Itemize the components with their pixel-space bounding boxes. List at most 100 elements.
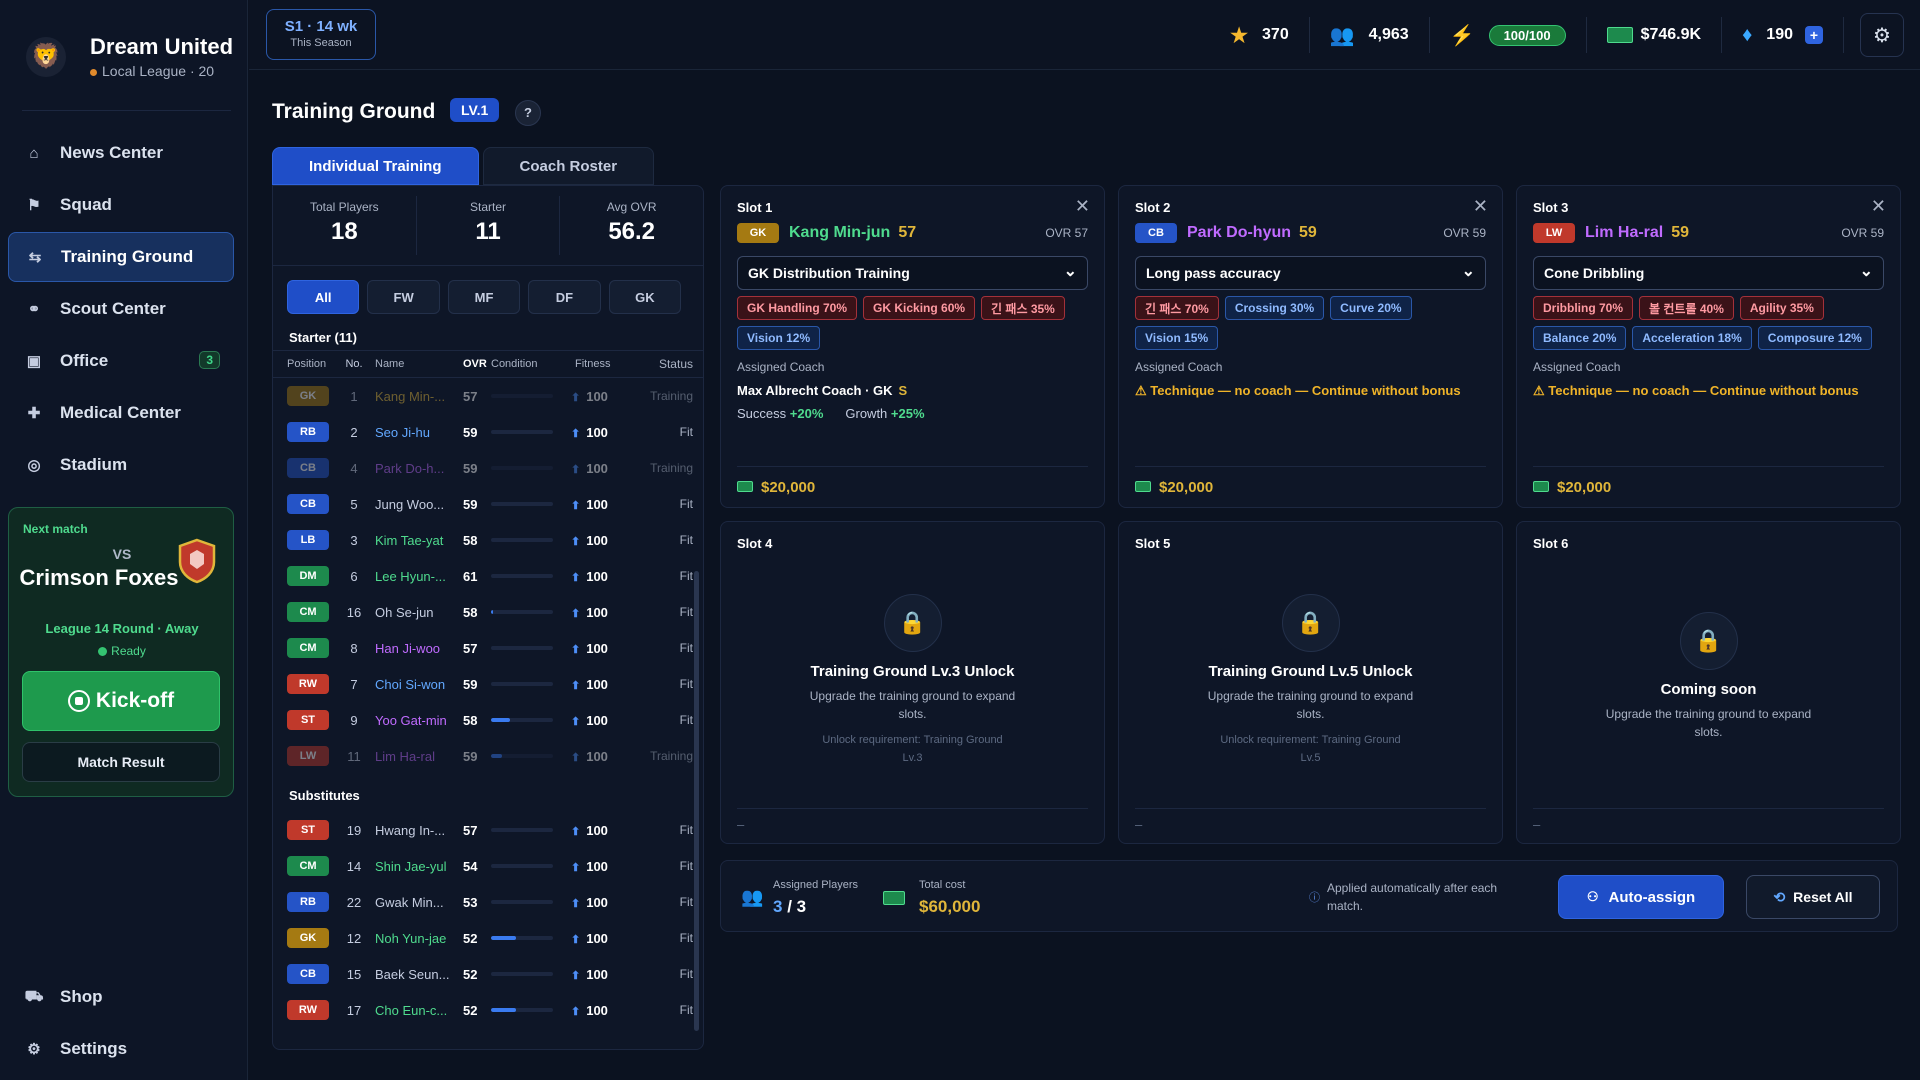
condition-bar xyxy=(491,864,553,868)
filter-fw-button[interactable]: FW xyxy=(367,280,440,314)
player-row[interactable]: CB 4 Park Do-h... 59 ⬆ 100 Training xyxy=(273,450,703,486)
tabs: Individual Training Coach Roster xyxy=(272,147,658,185)
sidebar-item-scout-center[interactable]: ⚭ Scout Center xyxy=(8,284,234,334)
no-coach-warning[interactable]: ⚠ Technique — no coach — Continue withou… xyxy=(1135,383,1461,399)
sidebar-item-squad[interactable]: ⚑ Squad xyxy=(8,180,234,230)
player-name[interactable]: Park Do-h... xyxy=(369,461,463,476)
sidebar-item-stadium[interactable]: ◎ Stadium xyxy=(8,440,234,490)
player-number: 17 xyxy=(346,1002,362,1018)
player-name[interactable]: Baek Seun... xyxy=(369,967,463,982)
player-row[interactable]: RB 2 Seo Ji-hu 59 ⬆ 100 Fit xyxy=(273,414,703,450)
filter-all-button[interactable]: All xyxy=(287,280,360,314)
player-row[interactable]: GK 1 Kang Min-... 57 ⬆ 100 Training xyxy=(273,378,703,414)
training-select[interactable]: GK Distribution Training xyxy=(737,256,1088,290)
player-name[interactable]: Seo Ji-hu xyxy=(369,425,463,440)
player-name[interactable]: Yoo Gat-min xyxy=(369,713,463,728)
player-row[interactable]: CB 15 Baek Seun... 52 ⬆ 100 Fit xyxy=(273,956,703,992)
col-fitness[interactable]: Fitness xyxy=(567,358,647,370)
player-name[interactable]: Choi Si-won xyxy=(369,677,463,692)
tab-coach-roster[interactable]: Coach Roster xyxy=(482,147,655,185)
kickoff-button[interactable]: Kick-off xyxy=(22,671,220,731)
col-name[interactable]: Name xyxy=(369,358,463,370)
slot-player[interactable]: CB Park Do-hyun 59 OVR 59 xyxy=(1135,223,1486,243)
match-result-button[interactable]: Match Result xyxy=(22,742,220,782)
player-name[interactable]: Kim Tae-yat xyxy=(369,533,463,548)
close-icon[interactable]: ✕ xyxy=(1871,196,1886,217)
reset-all-button[interactable]: ⟲ Reset All xyxy=(1746,875,1880,919)
fitness-up-arrow-icon: ⬆ xyxy=(571,751,581,764)
col-number[interactable]: No. xyxy=(339,358,369,370)
player-row[interactable]: CB 5 Jung Woo... 59 ⬆ 100 Fit xyxy=(273,486,703,522)
add-gems-button[interactable]: + xyxy=(1805,26,1823,44)
sidebar-item-medical-center[interactable]: ✚ Medical Center xyxy=(8,388,234,438)
settings-gear-button[interactable]: ⚙ xyxy=(1860,13,1904,57)
player-name[interactable]: Han Ji-woo xyxy=(369,641,463,656)
position-badge: CM xyxy=(287,638,329,658)
player-row[interactable]: GK 12 Noh Yun-jae 52 ⬆ 100 Fit xyxy=(273,920,703,956)
sidebar-item-news-center[interactable]: ⌂ News Center xyxy=(8,128,234,178)
roster-scrollbar[interactable] xyxy=(694,571,699,1031)
filter-mf-button[interactable]: MF xyxy=(447,280,521,314)
brand[interactable]: 🦁 Dream United Local League · 20 xyxy=(26,34,233,79)
player-row[interactable]: RW 7 Choi Si-won 59 ⬆ 100 Fit xyxy=(273,666,703,702)
position-badge: GK xyxy=(737,223,779,243)
player-name[interactable]: Hwang In-... xyxy=(369,823,463,838)
player-row[interactable]: DM 6 Lee Hyun-... 61 ⬆ 100 Fit xyxy=(273,558,703,594)
tab-individual-training[interactable]: Individual Training xyxy=(272,147,479,185)
player-ovr: 57 xyxy=(463,640,478,656)
sidebar-item-shop[interactable]: ⛟ Shop xyxy=(8,972,234,1022)
player-status: Fit xyxy=(679,677,693,691)
filter-df-button[interactable]: DF xyxy=(528,280,601,314)
auto-assign-label: Auto-assign xyxy=(1608,888,1696,906)
player-row[interactable]: RW 17 Cho Eun-c... 52 ⬆ 100 Fit xyxy=(273,992,703,1028)
sidebar-item-settings[interactable]: ⚙ Settings xyxy=(8,1024,234,1074)
player-name[interactable]: Kang Min-... xyxy=(369,389,463,404)
close-icon[interactable]: ✕ xyxy=(1473,196,1488,217)
player-row[interactable]: RB 22 Gwak Min... 53 ⬆ 100 Fit xyxy=(273,884,703,920)
player-name[interactable]: Lim Ha-ral xyxy=(369,749,463,764)
condition-cell xyxy=(491,538,567,542)
money-stat[interactable]: $746.9K xyxy=(1587,17,1723,53)
no-coach-warning[interactable]: ⚠ Technique — no coach — Continue withou… xyxy=(1533,383,1859,399)
filter-gk-button[interactable]: GK xyxy=(608,280,682,314)
energy-stat[interactable]: ⚡ 100/100 xyxy=(1430,17,1587,53)
player-number: 11 xyxy=(347,748,361,764)
slot-player[interactable]: LW Lim Ha-ral 59 OVR 59 xyxy=(1533,223,1884,243)
col-status[interactable]: Status xyxy=(647,357,693,371)
player-name[interactable]: Lee Hyun-... xyxy=(369,569,463,584)
attribute-chip: 긴 패스 70% xyxy=(1135,296,1219,320)
player-row[interactable]: CM 16 Oh Se-jun 58 ⬆ 100 Fit xyxy=(273,594,703,630)
player-name[interactable]: Cho Eun-c... xyxy=(369,1003,463,1018)
player-name[interactable]: Shin Jae-yul xyxy=(369,859,463,874)
col-ovr[interactable]: OVR xyxy=(463,358,491,370)
player-name[interactable]: Gwak Min... xyxy=(369,895,463,910)
kickoff-label: Kick-off xyxy=(95,689,175,712)
player-name[interactable]: Noh Yun-jae xyxy=(369,931,463,946)
player-row[interactable]: CM 14 Shin Jae-yul 54 ⬆ 100 Fit xyxy=(273,848,703,884)
fans-stat[interactable]: 👥 4,963 xyxy=(1310,17,1430,53)
player-row[interactable]: ST 9 Yoo Gat-min 58 ⬆ 100 Fit xyxy=(273,702,703,738)
league-text: Local League · 20 xyxy=(102,63,215,79)
player-row[interactable]: ST 19 Hwang In-... 57 ⬆ 100 Fit xyxy=(273,812,703,848)
slot-player[interactable]: GK Kang Min-jun 57 OVR 57 xyxy=(737,223,1088,243)
player-row[interactable]: LW 11 Lim Ha-ral 59 ⬆ 100 Training xyxy=(273,738,703,774)
sidebar-item-office[interactable]: ▣ Office 3 xyxy=(8,336,234,386)
auto-assign-button[interactable]: ⚇ Auto-assign xyxy=(1558,875,1724,919)
assigned-coach[interactable]: Max Albrecht Coach · GK S xyxy=(737,383,907,398)
training-select[interactable]: Long pass accuracy xyxy=(1135,256,1486,290)
help-button[interactable]: ? xyxy=(515,100,541,126)
stars-stat[interactable]: ★ 370 xyxy=(1210,17,1310,53)
training-select[interactable]: Cone Dribbling xyxy=(1533,256,1884,290)
player-name[interactable]: Oh Se-jun xyxy=(369,605,463,620)
position-cell: ST xyxy=(287,710,339,730)
player-status: Fit xyxy=(679,859,693,873)
col-condition[interactable]: Condition xyxy=(491,358,567,370)
player-row[interactable]: CM 8 Han Ji-woo 57 ⬆ 100 Fit xyxy=(273,630,703,666)
player-row[interactable]: LB 3 Kim Tae-yat 58 ⬆ 100 Fit xyxy=(273,522,703,558)
position-cell: ST xyxy=(287,820,339,840)
sidebar-item-training-ground[interactable]: ⇆ Training Ground xyxy=(8,232,234,282)
col-position[interactable]: Position xyxy=(287,358,339,370)
player-name[interactable]: Jung Woo... xyxy=(369,497,463,512)
season-indicator[interactable]: S1 · 14 wk This Season xyxy=(266,9,376,60)
close-icon[interactable]: ✕ xyxy=(1075,196,1090,217)
